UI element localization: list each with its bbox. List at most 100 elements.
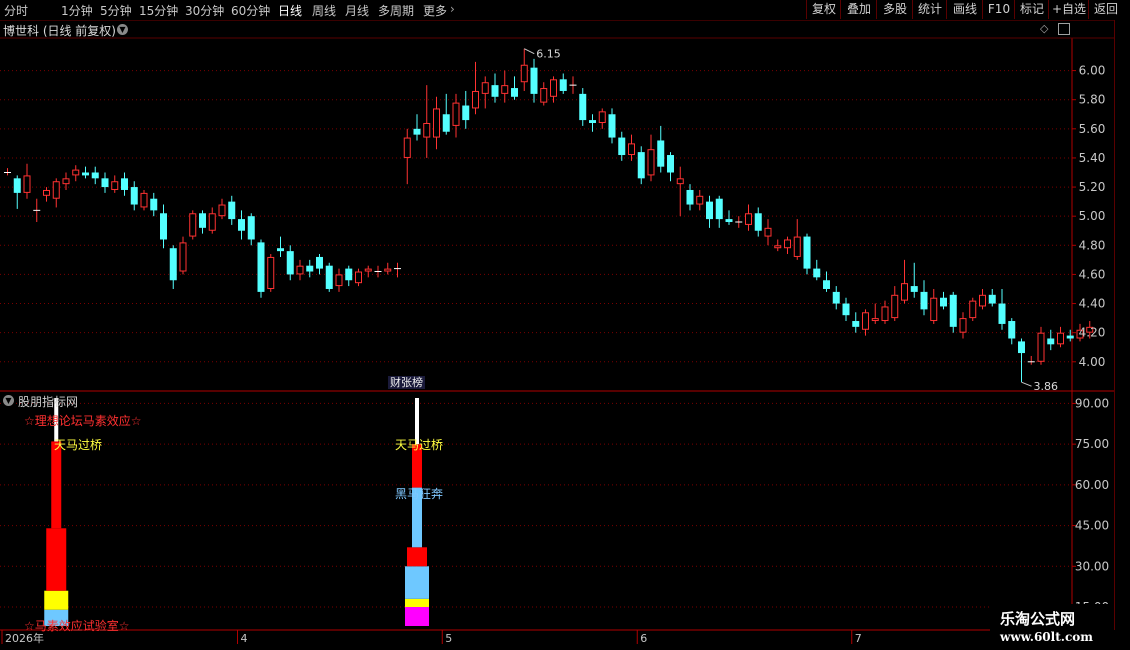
statistics-button[interactable]: 统计 (912, 0, 947, 19)
candle-body-down (1018, 341, 1025, 354)
candle-body-down (949, 294, 957, 327)
period-tab-30min[interactable]: 30分钟 (185, 2, 224, 19)
high-pointer (524, 48, 535, 55)
candle-body-up (959, 318, 967, 333)
candle-body-down (511, 88, 518, 97)
period-tab-monthly[interactable]: 月线 (345, 2, 369, 19)
draw-line-button[interactable]: 画线 (946, 0, 983, 19)
candle-body-up (267, 256, 275, 289)
period-tab-15min[interactable]: 15分钟 (139, 2, 178, 19)
candle-body-down (91, 172, 99, 179)
indicator-bar-segment (46, 528, 67, 591)
list-badge[interactable]: 财张榜 (388, 376, 425, 389)
candle-body-up (784, 239, 791, 249)
candle-body-up (891, 294, 899, 319)
indicator-top-label: ☆理想论坛马素效应☆ (24, 414, 142, 428)
candle-body-down (988, 294, 996, 304)
candle-body-up (764, 227, 772, 237)
candle-body-down (306, 265, 314, 272)
period-toolbar: 分时 1分钟 5分钟 15分钟 30分钟 60分钟 日线 周线 月线 多周期 更… (0, 0, 1130, 21)
period-tab-daily[interactable]: 日线 (278, 2, 302, 19)
candle-body-down (442, 114, 450, 132)
period-tab-intraday[interactable]: 分时 (4, 2, 28, 19)
period-tab-1min[interactable]: 1分钟 (61, 2, 93, 19)
candle-body-up (111, 181, 119, 190)
period-tab-5min[interactable]: 5分钟 (100, 2, 132, 19)
candle-body-up (628, 143, 635, 156)
candle-body-down (130, 187, 138, 205)
candle-body-down (832, 291, 840, 304)
period-tab-multi[interactable]: 多周期 (378, 2, 414, 19)
candle-body-down (657, 140, 665, 167)
window-icon[interactable] (1058, 23, 1070, 35)
candle-body-up (355, 271, 362, 284)
candle-body-up (481, 82, 489, 94)
chevron-down-icon[interactable]: ▼ (3, 395, 14, 406)
period-tab-60min[interactable]: 60分钟 (231, 2, 270, 19)
period-tab-more[interactable]: 更多 (423, 2, 447, 19)
date-tick-label: 5 (445, 632, 452, 645)
chevron-down-icon[interactable]: ▼ (117, 24, 128, 35)
candle-body-down (316, 256, 323, 269)
candle-body-down (852, 321, 860, 327)
candle-body-up (881, 306, 889, 322)
indicator-tick-label: 90.00 (1075, 396, 1109, 410)
candle-body-down (608, 114, 616, 138)
candle-body-up (871, 318, 879, 322)
candle-body-up (218, 204, 226, 217)
mark-button[interactable]: 标记 (1014, 0, 1049, 19)
candle-body-down (725, 219, 733, 223)
candle-body-down (706, 201, 713, 220)
price-tick-label: 4.00 (1079, 355, 1106, 369)
candle-body-down (238, 219, 245, 231)
candle-body-up (452, 102, 460, 126)
candle-body-down (277, 248, 284, 252)
date-axis: 2026年 4 5 6 7 (1, 630, 862, 645)
price-tick-label: 4.60 (1079, 267, 1106, 281)
candle-body-down (618, 137, 626, 156)
candle-body-up (969, 300, 977, 319)
indicator-tick-label: 30.00 (1075, 559, 1109, 573)
candle-body-up (296, 265, 304, 275)
candle-body-up (862, 312, 869, 330)
candle-body-up (179, 242, 187, 272)
multi-stock-button[interactable]: 多股 (876, 0, 913, 19)
indicator-bar-segment (405, 566, 429, 599)
candle-body-down (715, 198, 723, 220)
indicator-bar-segment (405, 607, 429, 626)
candle-body-down (462, 105, 470, 121)
candle-body-up (335, 274, 343, 287)
candle-body-down (1008, 321, 1016, 339)
price-tick-label: 5.00 (1079, 209, 1106, 223)
f10-button[interactable]: F10 (982, 0, 1015, 19)
candle-body-up (540, 88, 548, 103)
indicator-bars (44, 398, 429, 626)
overlay-button[interactable]: 叠加 (840, 0, 877, 19)
candle-body-down (803, 236, 811, 269)
candle-body-down (530, 67, 538, 94)
candle-body-up (901, 283, 908, 301)
low-pointer (1021, 381, 1032, 387)
indicator-bar-segment (44, 590, 69, 610)
grid-lines (0, 37, 1114, 631)
candle-body-down (637, 152, 645, 179)
back-button[interactable]: 返回 (1088, 0, 1123, 19)
candle-body-up (598, 111, 606, 123)
restore-rights-button[interactable]: 复权 (806, 0, 841, 19)
candle-body-up (1057, 332, 1064, 345)
date-tick-label: 6 (640, 632, 647, 645)
candle-body-up (472, 90, 479, 109)
candle-body-up (189, 213, 197, 237)
price-axis: 6.00 5.80 5.60 5.40 5.20 5.00 4.80 4.60 4.40 4.20… (1072, 64, 1105, 369)
date-tick-label: 7 (855, 632, 862, 645)
candle-body-up (676, 178, 684, 185)
diamond-icon[interactable]: ◇ (1040, 22, 1048, 35)
period-tab-weekly[interactable]: 周线 (312, 2, 336, 19)
indicator-bar-segment (51, 441, 62, 529)
candle-body-up (520, 64, 528, 83)
price-tick-label: 6.00 (1079, 64, 1106, 78)
add-watchlist-button[interactable]: +自选 (1048, 0, 1089, 19)
candle-body-down (169, 248, 177, 281)
price-tick-label: 5.40 (1079, 151, 1106, 165)
candle-body-down (286, 251, 294, 275)
